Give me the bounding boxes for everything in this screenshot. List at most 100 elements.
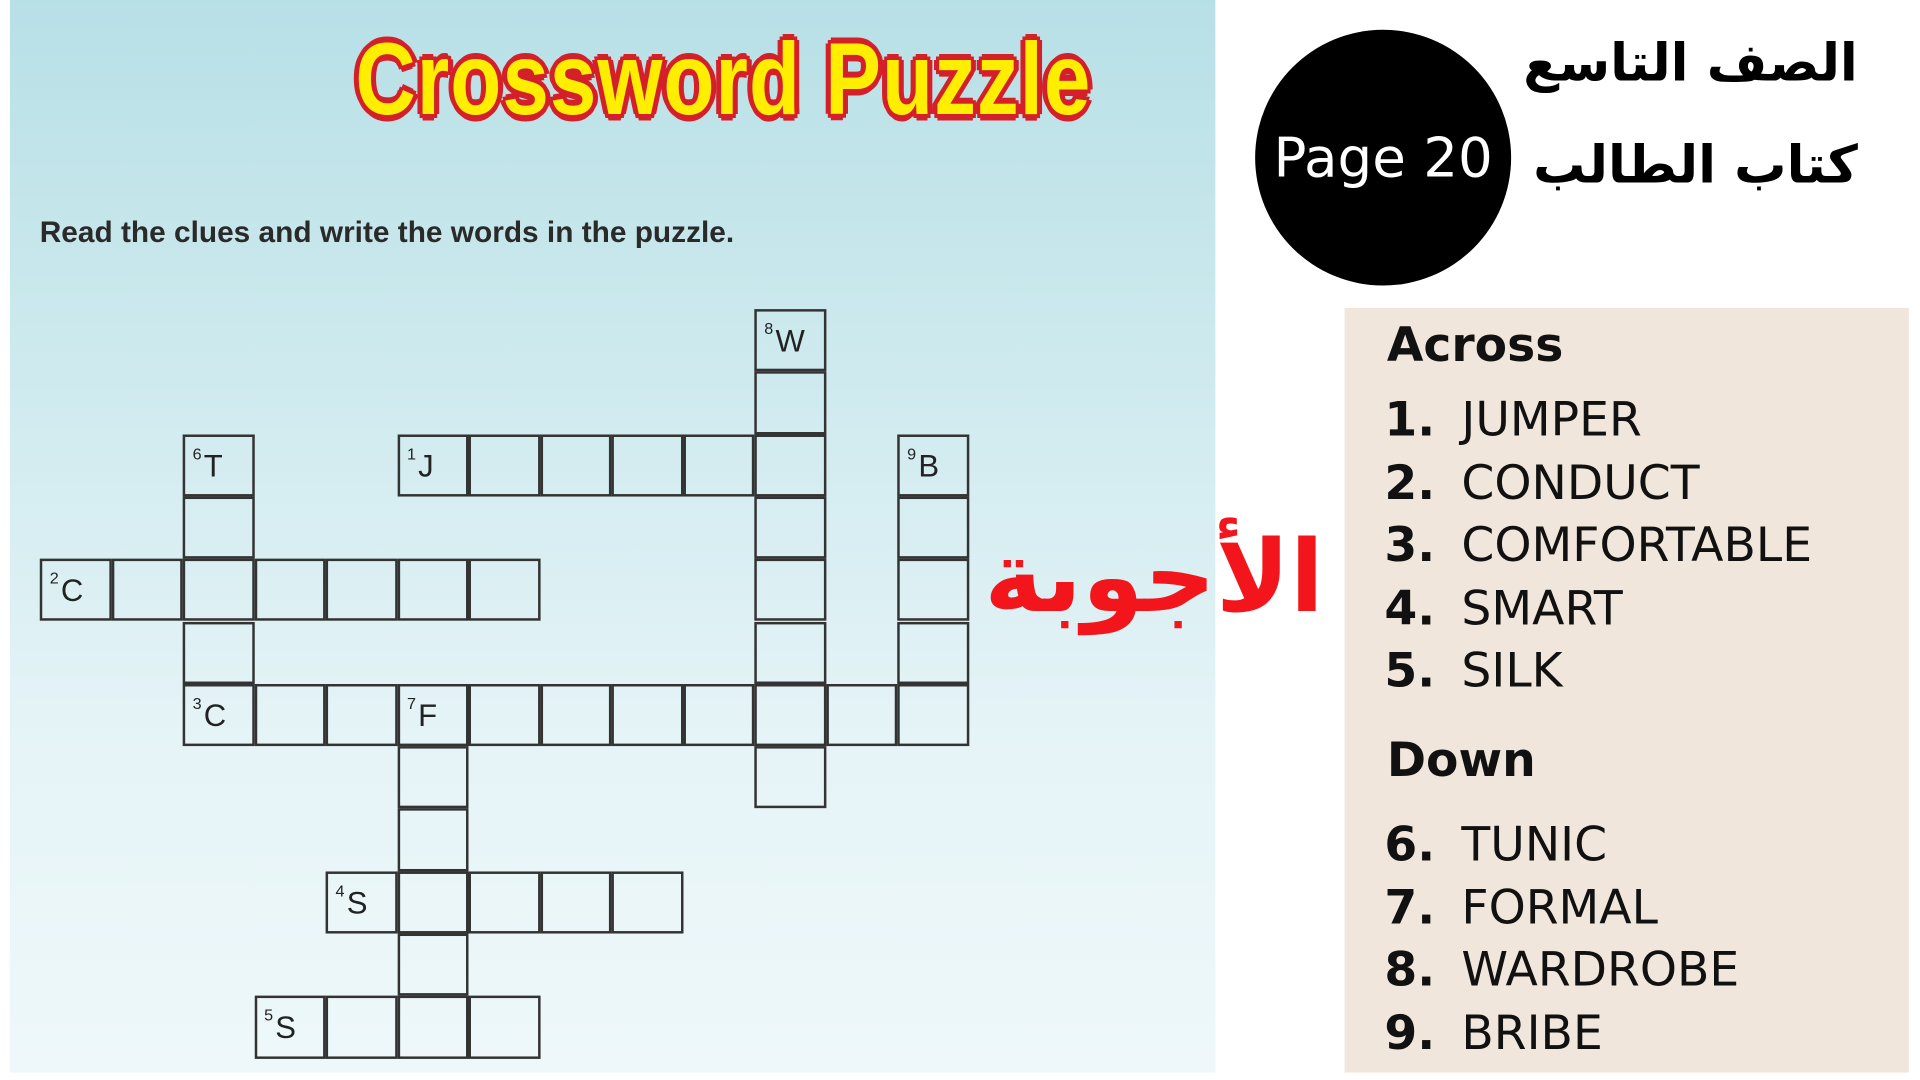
grid-cell[interactable] [182,496,255,559]
grid-cell[interactable] [468,433,540,497]
clue-letter: C [60,573,84,609]
answers-panel: Across 1. JUMPER 2. CONDUCT 3. COMFORTABLE 4. S… [1344,307,1909,1073]
grid-cell[interactable]: 3C [182,683,255,747]
clue-number: 1 [406,443,416,463]
grid-cell[interactable] [897,558,969,622]
clue-number: 2 [49,568,59,588]
grid-cell[interactable] [111,558,183,622]
across-answer: 5. SILK [1384,643,1562,698]
clue-letter: J [418,448,434,484]
answer-word: COMFORTABLE [1461,517,1813,573]
clue-letter: F [418,698,438,734]
grid-cell[interactable] [754,371,826,434]
grid-cell[interactable] [682,683,755,747]
clue-letter: W [775,324,805,359]
clue-number: 5 [264,1005,274,1025]
grid-cell[interactable] [611,433,683,497]
answer-word: FORMAL [1461,879,1658,935]
clue-letter: S [275,1010,296,1046]
grid-cell[interactable] [754,433,826,497]
down-answer: 6. TUNIC [1384,817,1607,872]
grid-cell[interactable]: 9B [897,433,969,497]
answer-word: SMART [1461,580,1623,635]
grid-cell[interactable] [897,621,969,684]
answer-number: 8. [1384,942,1436,997]
grid-cell[interactable] [682,433,755,497]
grid-cell[interactable] [611,683,683,747]
grid-cell[interactable]: 1J [397,433,469,497]
grid-cell[interactable] [397,871,469,934]
grid-cell[interactable]: 2C [39,558,112,622]
answer-word: SILK [1461,643,1563,698]
across-answer: 3. COMFORTABLE [1384,518,1812,573]
worksheet: Crossword Puzzle Read the clues and writ… [0,0,1920,1080]
answer-number: 3. [1384,517,1436,573]
across-answer: 4. SMART [1384,580,1622,635]
clue-number: 3 [192,693,202,713]
grid-cell[interactable]: 4S [325,871,398,934]
across-answer: 2. CONDUCT [1384,455,1699,510]
down-answer: 8. WARDROBE [1384,942,1739,997]
grid-cell[interactable] [539,871,612,934]
grid-cell[interactable] [897,683,969,747]
grid-cell[interactable] [754,496,826,559]
answer-number: 9. [1384,1004,1436,1060]
grid-cell[interactable] [539,683,612,747]
clue-number: 9 [907,443,917,463]
clue-number: 6 [192,443,202,463]
grid-cell[interactable] [254,683,326,747]
grade-label: الصف التاسع [1523,32,1858,94]
down-answer: 7. FORMAL [1384,880,1658,935]
grid-cell[interactable] [754,683,826,747]
clue-number: 4 [335,881,345,900]
grid-cell[interactable] [468,558,540,622]
grid-cell[interactable] [754,621,826,684]
grid-cell[interactable]: 7F [397,683,469,747]
grid-cell[interactable] [397,995,469,1059]
book-label: كتاب الطالب [1533,134,1858,195]
grid-cell[interactable] [754,746,826,809]
grid-cell[interactable] [182,558,255,622]
puzzle-title: Crossword Puzzle [355,23,1092,137]
clue-letter: T [203,448,223,484]
answer-number: 4. [1384,580,1436,635]
grid-cell[interactable] [468,871,540,934]
grid-cell[interactable] [539,433,612,497]
answer-number: 5. [1384,643,1436,698]
answer-number: 2. [1384,454,1436,510]
grid-cell[interactable]: 6T [182,433,255,497]
answer-number: 6. [1384,816,1436,872]
across-heading: Across [1386,317,1564,373]
grid-cell[interactable] [468,995,540,1059]
grid-cell[interactable]: 5S [254,995,326,1059]
grid-cell[interactable] [468,683,540,747]
clue-number: 7 [406,693,416,713]
grid-cell[interactable] [397,746,469,809]
grid-cell[interactable] [397,558,469,622]
grid-cell[interactable]: 8W [754,309,826,372]
grid-cell[interactable] [325,558,398,622]
instructions: Read the clues and write the words in th… [39,216,735,250]
clue-number: 8 [764,319,774,338]
answer-word: JUMPER [1461,392,1642,447]
grid-cell[interactable] [754,558,826,622]
grid-cell[interactable] [611,871,683,934]
grid-cell[interactable] [182,621,255,684]
answer-word: BRIBE [1461,1004,1603,1060]
answer-word: WARDROBE [1461,942,1740,997]
down-answer: 9. BRIBE [1384,1005,1602,1060]
grid-cell[interactable] [397,808,469,872]
grid-cell[interactable] [325,995,398,1059]
across-answer: 1. JUMPER [1384,392,1641,447]
clue-letter: B [918,448,940,484]
down-heading: Down [1386,732,1536,788]
answer-word: TUNIC [1461,816,1608,872]
grid-cell[interactable] [254,558,326,622]
grid-cell[interactable] [325,683,398,747]
grid-cell[interactable] [397,933,469,996]
clue-letter: S [346,885,368,921]
clue-letter: C [203,698,227,734]
grid-cell[interactable] [825,683,898,747]
page-badge: Page 20 [1255,29,1512,286]
grid-cell[interactable] [897,496,969,559]
